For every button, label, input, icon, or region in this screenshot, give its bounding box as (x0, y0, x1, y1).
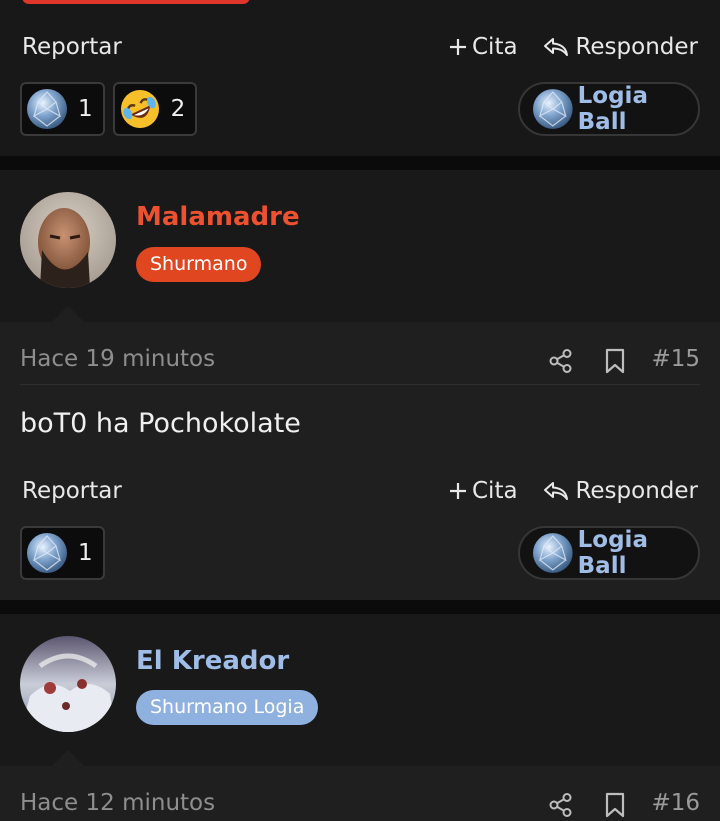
react-label: Logia Ball (577, 527, 648, 579)
share-icon[interactable] (548, 348, 574, 374)
bookmark-icon[interactable] (604, 348, 626, 374)
post-author: Malamadre Shurmano (0, 170, 720, 322)
quote-label: Cita (472, 34, 518, 60)
post-actions: Reportar Cita Responder (22, 30, 700, 66)
username[interactable]: El Kreador (136, 646, 289, 676)
divider (20, 384, 700, 385)
reaction-count: 1 (78, 96, 93, 122)
reply-icon (544, 482, 569, 500)
reaction-list: 1 (20, 526, 105, 580)
post-footer: Reportar Cita Responder 1 2 Logia Ball (0, 0, 720, 156)
logia-ball-icon (532, 89, 573, 129)
reply-label: Responder (575, 478, 698, 504)
username[interactable]: Malamadre (136, 202, 300, 232)
react-button[interactable]: Logia Ball (518, 82, 700, 136)
react-button[interactable]: Logia Ball (518, 526, 700, 580)
plus-icon (450, 483, 466, 499)
logia-ball-icon (27, 533, 67, 573)
bookmark-icon[interactable] (604, 792, 626, 818)
quote-label: Cita (472, 478, 518, 504)
avatar-image (20, 636, 116, 732)
reaction-chip[interactable]: 1 (20, 526, 105, 580)
reaction-list: 1 2 (20, 82, 198, 136)
reply-button[interactable]: Responder (543, 478, 698, 504)
reaction-chip[interactable]: 1 (20, 82, 105, 136)
previous-element-edge (22, 0, 250, 4)
post-body: Hace 12 minutos #16 (0, 766, 720, 821)
post-meta: Hace 12 minutos #16 (20, 780, 700, 821)
post-body: Hace 19 minutos #15 boT0 ha Pochokolate … (0, 322, 720, 600)
report-link[interactable]: Reportar (22, 34, 122, 60)
user-role-badge: Shurmano (136, 247, 262, 282)
post-number[interactable]: #16 (651, 790, 700, 816)
avatar[interactable] (20, 636, 116, 732)
plus-icon (450, 39, 466, 55)
post-time[interactable]: Hace 19 minutos (20, 346, 215, 372)
logia-ball-icon (27, 89, 67, 129)
report-link[interactable]: Reportar (22, 478, 122, 504)
reply-label: Responder (575, 34, 698, 60)
avatar[interactable] (20, 192, 116, 288)
react-label: Logia Ball (577, 83, 648, 135)
post-time[interactable]: Hace 12 minutos (20, 790, 215, 816)
post: Malamadre Shurmano Hace 19 minutos #15 b… (0, 170, 720, 600)
reaction-count: 1 (78, 540, 93, 566)
reaction-count: 2 (170, 96, 186, 122)
post: El Kreador Shurmano Logia Hace 12 minuto… (0, 614, 720, 821)
logia-ball-icon (532, 533, 573, 573)
quote-button[interactable]: Cita (448, 478, 518, 504)
quote-button[interactable]: Cita (448, 34, 518, 60)
post-meta: Hace 19 minutos #15 (20, 336, 700, 384)
avatar-image (20, 192, 116, 288)
share-icon[interactable] (548, 792, 574, 818)
post-content: boT0 ha Pochokolate (20, 408, 301, 439)
rofl-emoji-icon (120, 90, 159, 128)
reply-icon (544, 38, 569, 56)
post-actions: Reportar Cita Responder (22, 474, 700, 510)
author-pointer (52, 306, 84, 322)
reply-button[interactable]: Responder (543, 34, 698, 60)
reaction-chip[interactable]: 2 (112, 82, 198, 136)
user-role-badge: Shurmano Logia (136, 690, 319, 725)
author-pointer (52, 750, 84, 766)
post-number[interactable]: #15 (651, 346, 700, 372)
post-author: El Kreador Shurmano Logia (0, 614, 720, 766)
